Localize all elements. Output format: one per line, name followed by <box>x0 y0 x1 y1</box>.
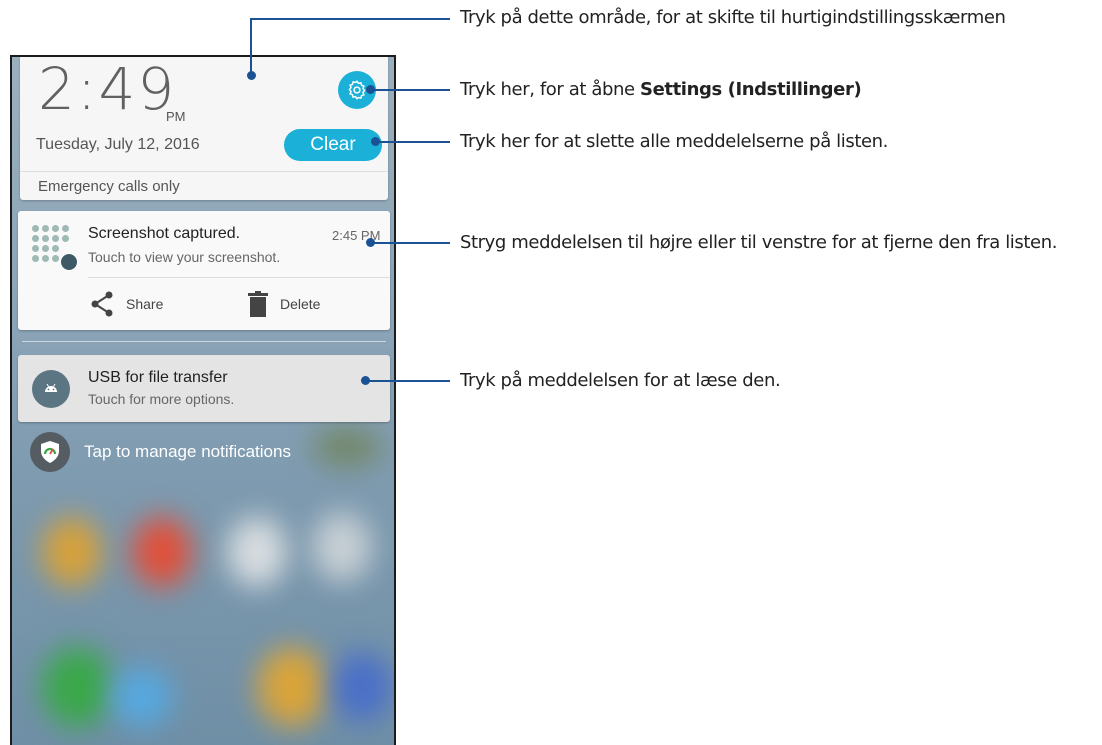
clock-time: 2:49 <box>38 55 177 123</box>
callout-settings-text: Tryk her, for at åbne <box>460 79 641 100</box>
notification-text: Touch to view your screenshot. <box>88 249 281 265</box>
blurred-app-icon <box>42 517 102 587</box>
blurred-app-icon <box>42 647 112 727</box>
manage-notifications-button[interactable]: Tap to manage notifications <box>30 432 291 472</box>
callout-clear: Tryk her for at slette alle meddelelsern… <box>460 131 888 152</box>
screenshot-thumbnail-icon <box>32 225 78 271</box>
callout-settings-bold: Settings (Indstillinger) <box>640 79 862 100</box>
notification-title: USB for file transfer <box>88 369 228 386</box>
notification-text: Touch for more options. <box>88 391 235 407</box>
share-icon <box>91 291 113 317</box>
clear-button[interactable]: Clear <box>284 129 382 161</box>
screenshot-badge-icon <box>60 253 78 271</box>
shield-icon <box>30 432 70 472</box>
callout-dot <box>366 238 375 247</box>
blurred-app-icon <box>132 517 192 587</box>
date-label: Tuesday, July 12, 2016 <box>36 136 200 153</box>
blurred-app-icon <box>257 647 327 727</box>
divider <box>20 171 388 172</box>
clock-ampm: PM <box>166 109 186 124</box>
blurred-app-icon <box>227 517 287 587</box>
notification-usb[interactable]: USB for file transfer Touch for more opt… <box>18 355 390 422</box>
callout-read: Tryk på meddelelsen for at læse den. <box>460 370 781 391</box>
callout-settings: Tryk her, for at åbne Settings (Indstill… <box>460 79 862 100</box>
notification-screenshot[interactable]: Screenshot captured. 2:45 PM Touch to vi… <box>18 211 390 330</box>
callout-line <box>365 380 450 382</box>
manage-notifications-label: Tap to manage notifications <box>84 442 291 461</box>
callout-dot <box>247 71 256 80</box>
notification-title: Screenshot captured. <box>88 225 241 242</box>
share-action-button[interactable]: Share <box>90 291 163 317</box>
callout-dot <box>371 137 380 146</box>
delete-action-button[interactable]: Delete <box>248 291 320 317</box>
callout-line <box>370 89 450 91</box>
blurred-app-icon <box>312 427 382 467</box>
callout-line <box>375 141 450 143</box>
delete-label: Delete <box>280 296 321 312</box>
divider <box>88 277 390 278</box>
blurred-app-icon <box>332 652 392 722</box>
callout-dot <box>361 376 370 385</box>
callout-line <box>250 18 252 74</box>
share-label: Share <box>126 296 164 312</box>
blurred-app-icon <box>112 667 172 727</box>
network-status: Emergency calls only <box>38 178 180 195</box>
quick-settings-header[interactable]: 2:49 PM Tuesday, July 12, 2016 Clear Eme… <box>20 57 388 200</box>
phone-screen: 2:49 PM Tuesday, July 12, 2016 Clear Eme… <box>10 55 396 745</box>
callout-swipe: Stryg meddelelsen til højre eller til ve… <box>460 232 1058 253</box>
blurred-app-icon <box>312 512 372 582</box>
divider <box>22 341 386 342</box>
gear-icon <box>348 80 366 100</box>
callout-line <box>250 18 450 20</box>
callout-quick-settings: Tryk på dette område, for at skifte til … <box>460 7 1006 28</box>
callout-line <box>370 242 450 244</box>
trash-icon <box>248 291 268 317</box>
callout-dot <box>366 85 375 94</box>
android-icon <box>32 370 70 408</box>
